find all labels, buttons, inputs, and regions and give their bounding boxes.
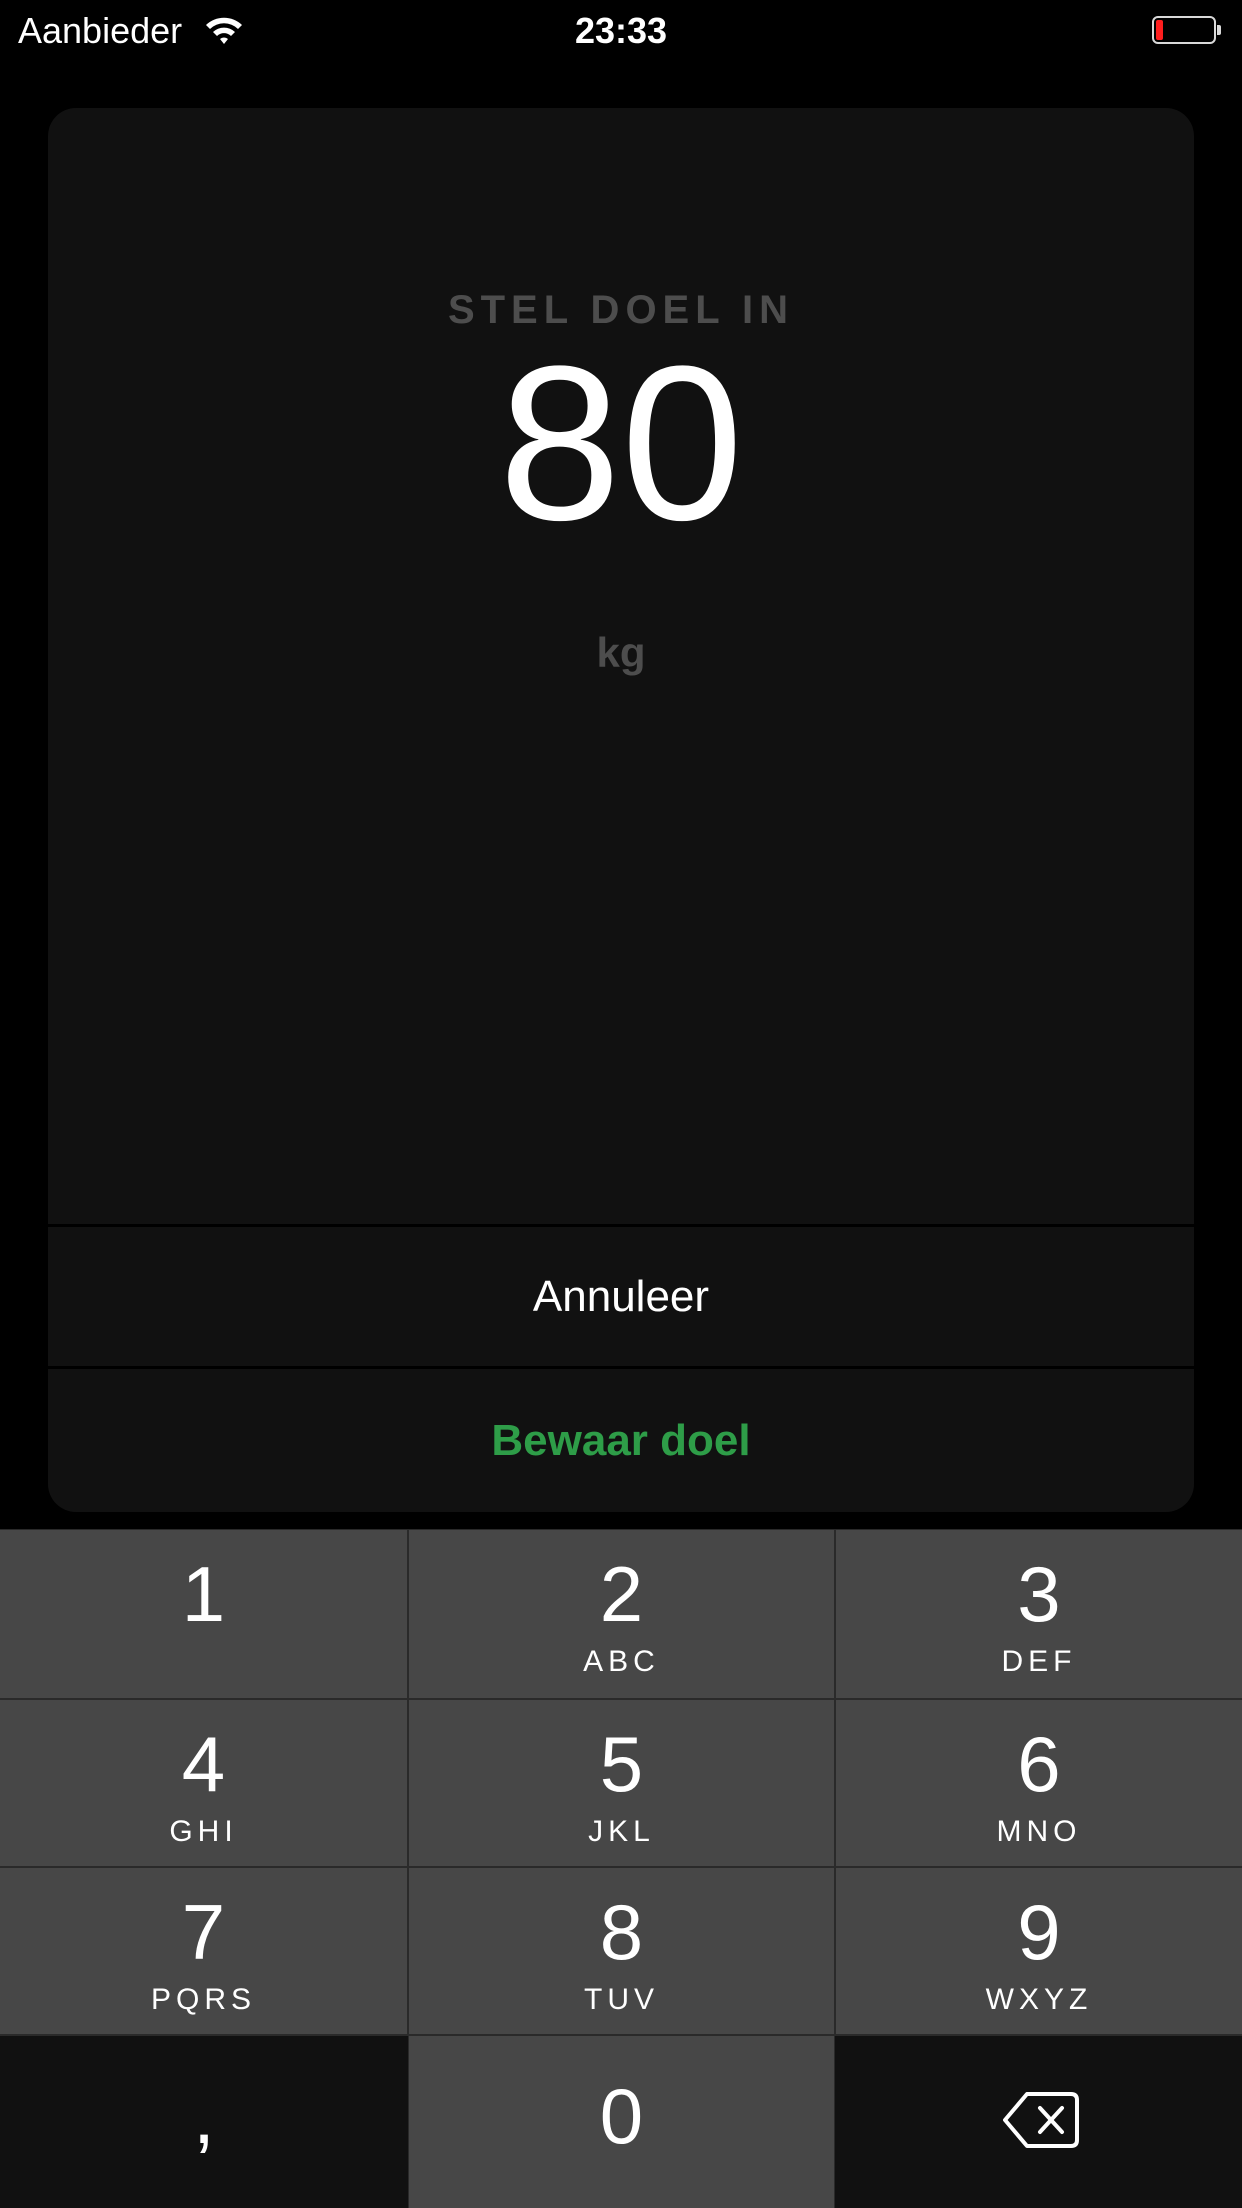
numeric-keypad: 1 2 ABC 3 DEF 4 GHI 5 JKL 6 MNO 7 PQRS 8… [0,1529,1242,2208]
key-number: 8 [599,1888,644,1976]
divider [48,1224,1194,1227]
backspace-icon [1003,2092,1079,2148]
goal-value-input[interactable]: 80 [48,318,1194,568]
status-bar: Aanbieder 23:33 [0,0,1242,62]
key-comma[interactable]: , [0,2036,408,2208]
goal-card: STEL DOEL IN 80 kg Annuleer Bewaar doel [48,108,1194,1512]
key-letters: DEF [1001,1645,1077,1678]
key-number: 0 [599,2072,644,2160]
goal-unit-label: kg [596,629,646,676]
key-number: 5 [599,1720,644,1808]
key-letters: ABC [583,1645,660,1678]
battery-tip [1217,25,1221,35]
key-7[interactable]: 7 PQRS [0,1868,407,2034]
key-letters: TUV [584,1983,659,2016]
key-6[interactable]: 6 MNO [836,1700,1242,1866]
status-time: 23:33 [574,10,668,51]
battery-low-icon [1152,16,1216,44]
key-2[interactable]: 2 ABC [409,1530,834,1698]
key-0[interactable]: 0 [409,2036,834,2208]
key-letters: JKL [588,1815,655,1848]
key-letters: GHI [169,1815,238,1848]
key-number: 7 [181,1888,226,1976]
key-4[interactable]: 4 GHI [0,1700,407,1866]
key-number: 9 [1017,1888,1061,1976]
key-letters: MNO [996,1815,1082,1848]
key-letters: WXYZ [985,1983,1093,2016]
key-8[interactable]: 8 TUV [409,1868,834,2034]
cancel-button[interactable]: Annuleer [48,1267,1194,1327]
key-number: 3 [1017,1550,1061,1638]
key-3[interactable]: 3 DEF [836,1530,1242,1698]
key-5[interactable]: 5 JKL [409,1700,834,1866]
key-1[interactable]: 1 [0,1530,407,1698]
key-letters: PQRS [150,1983,257,2016]
key-number: 2 [599,1550,644,1638]
key-number: 6 [1017,1720,1061,1808]
backspace-button[interactable] [835,2036,1242,2208]
save-goal-button[interactable]: Bewaar doel [48,1411,1194,1471]
divider [48,1366,1194,1369]
key-9[interactable]: 9 WXYZ [836,1868,1242,2034]
key-number: 4 [181,1720,226,1808]
key-comma-label: , [193,2072,215,2160]
key-number: 1 [181,1550,226,1638]
battery-level [1156,20,1163,40]
